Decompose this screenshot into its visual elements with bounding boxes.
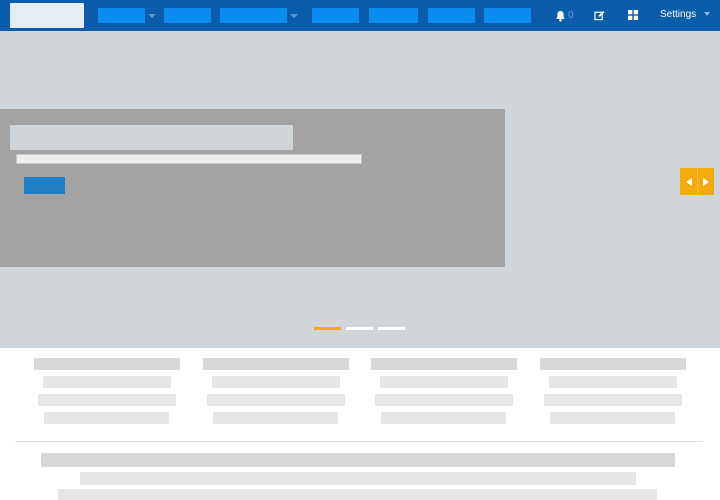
nav-item-1[interactable] [98, 8, 145, 23]
text-line-placeholder [58, 489, 657, 500]
text-line-placeholder [380, 376, 508, 388]
text-line-placeholder [544, 394, 682, 406]
slide-title-placeholder [10, 125, 293, 150]
column-heading-placeholder [203, 358, 349, 370]
chevron-right-icon [703, 177, 709, 186]
logo[interactable] [10, 3, 84, 28]
carousel-dot-3[interactable] [378, 327, 405, 330]
text-line-placeholder [207, 394, 345, 406]
text-line-placeholder [381, 412, 506, 424]
nav-item-4[interactable] [312, 8, 359, 23]
chevron-down-icon[interactable] [148, 14, 156, 18]
text-line-placeholder [550, 412, 675, 424]
chevron-down-icon[interactable] [704, 12, 710, 16]
nav-item-7[interactable] [484, 8, 531, 23]
nav-item-3[interactable] [220, 8, 287, 23]
column-heading-placeholder [371, 358, 517, 370]
apps-grid-icon[interactable] [628, 10, 638, 20]
hero-carousel [0, 31, 720, 348]
slide-cta-button[interactable] [24, 177, 65, 194]
slide-card [0, 109, 505, 267]
edit-icon[interactable] [594, 10, 605, 21]
notifications-button[interactable]: 0 [555, 9, 574, 23]
text-line-placeholder [38, 394, 176, 406]
notification-count: 0 [568, 10, 574, 21]
column-heading-placeholder [540, 358, 686, 370]
text-line-placeholder [44, 412, 169, 424]
text-line-placeholder [549, 376, 677, 388]
chevron-down-icon[interactable] [290, 14, 298, 18]
nav-item-5[interactable] [369, 8, 418, 23]
text-line-placeholder [80, 472, 636, 485]
settings-menu[interactable]: Settings [660, 8, 696, 21]
section-divider [15, 441, 702, 442]
nav-item-6[interactable] [428, 8, 475, 23]
slide-subtitle-placeholder [16, 154, 362, 164]
section-heading-placeholder [41, 453, 675, 467]
text-line-placeholder [43, 376, 171, 388]
text-line-placeholder [212, 376, 340, 388]
carousel-nav [680, 168, 714, 195]
bell-icon [556, 10, 565, 22]
carousel-dot-1[interactable] [314, 327, 341, 330]
carousel-next-button[interactable] [697, 168, 714, 195]
chevron-left-icon [685, 177, 692, 186]
text-line-placeholder [375, 394, 513, 406]
text-line-placeholder [213, 412, 338, 424]
column-heading-placeholder [34, 358, 180, 370]
nav-item-2[interactable] [164, 8, 211, 23]
top-nav-bar: 0 Settings [0, 0, 720, 31]
carousel-dot-2[interactable] [346, 327, 373, 330]
carousel-prev-button[interactable] [680, 168, 697, 195]
